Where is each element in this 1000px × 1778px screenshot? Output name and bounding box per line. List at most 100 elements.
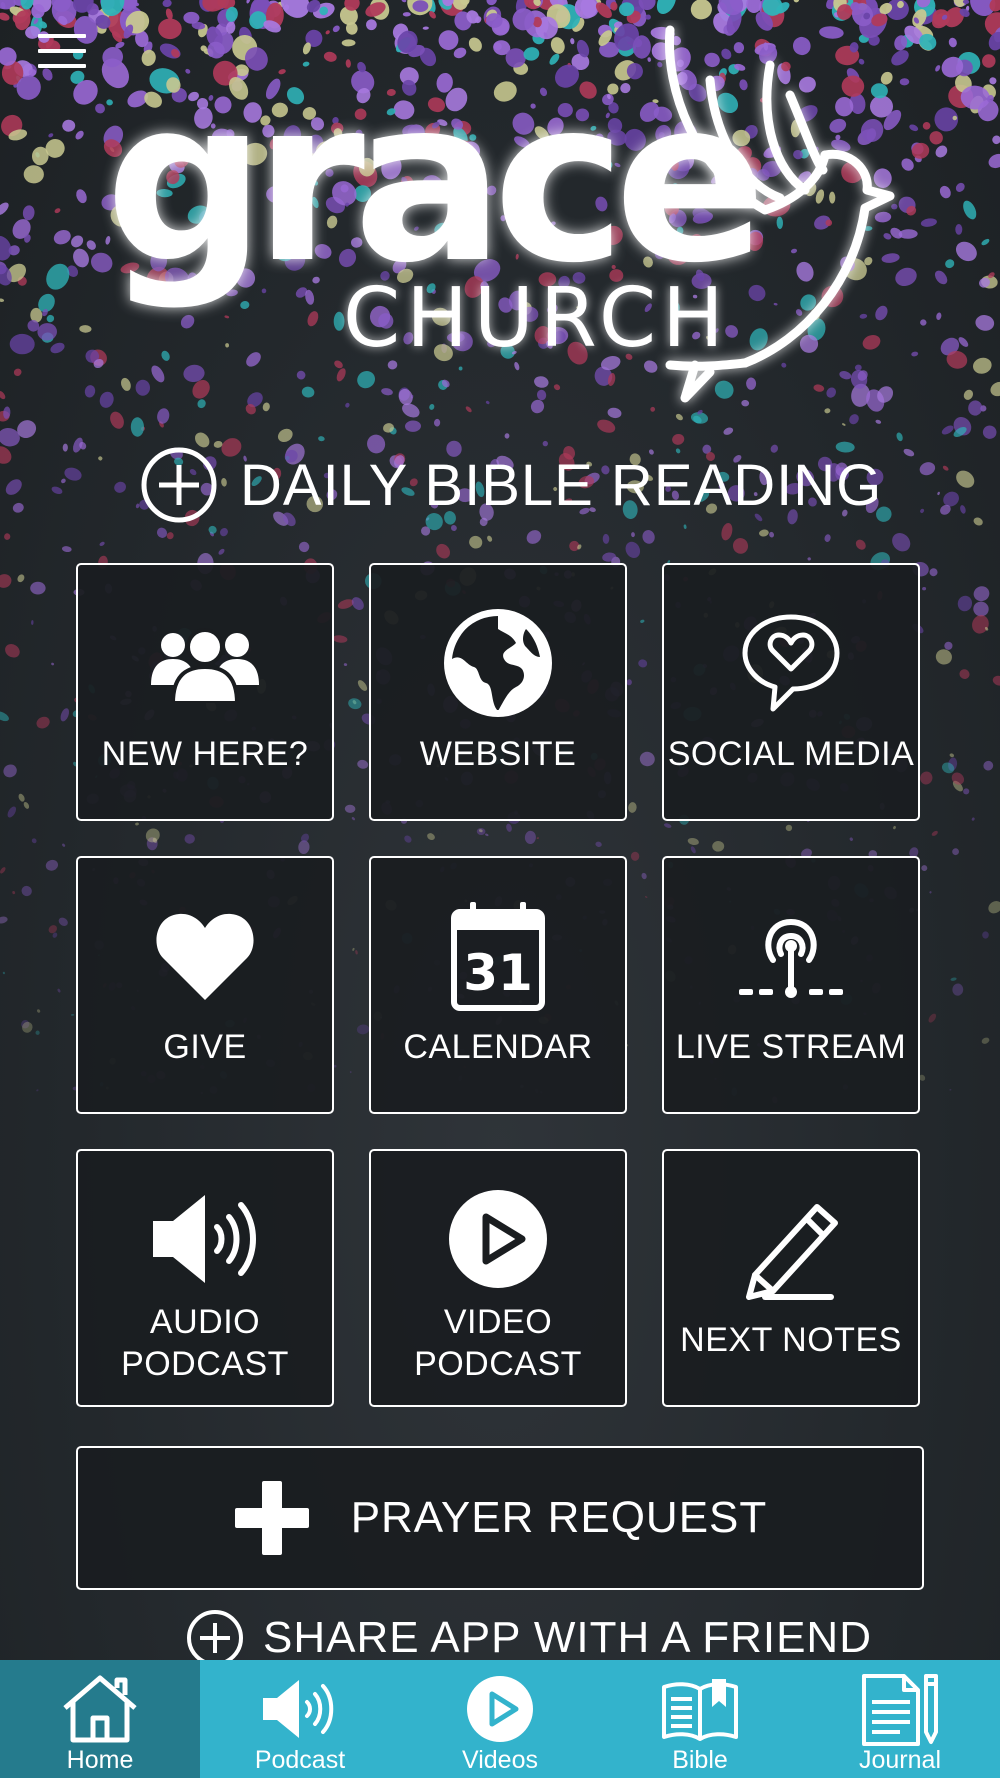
paint-splatter-dot [53, 229, 71, 245]
paint-splatter-dot [842, 423, 846, 426]
paint-splatter-dot [17, 574, 25, 583]
paint-splatter-dot [62, 843, 66, 847]
tab-label: Podcast [254, 1746, 346, 1774]
paint-splatter-dot [45, 859, 59, 871]
book-icon [662, 1679, 738, 1741]
paint-splatter-dot [349, 1071, 352, 1074]
paint-splatter-dot [903, 448, 915, 457]
paint-splatter-dot [921, 865, 928, 872]
paint-splatter-dot [162, 0, 172, 8]
daily-bible-reading-link[interactable]: DAILY BIBLE READING [140, 445, 882, 525]
paint-splatter-dot [919, 462, 936, 476]
tile-social-media[interactable]: SOCIAL MEDIA [662, 563, 920, 821]
paint-splatter-dot [955, 241, 977, 262]
paint-splatter-dot [656, 0, 676, 15]
tile-video-podcast[interactable]: VIDEO PODCAST [369, 1149, 627, 1407]
paint-splatter-dot [920, 771, 933, 785]
people-group-icon [151, 627, 259, 703]
paint-splatter-dot [949, 1089, 952, 1091]
paint-splatter-dot [936, 312, 942, 320]
paint-splatter-dot [51, 662, 55, 666]
paint-splatter-dot [639, 751, 655, 767]
paint-splatter-dot [785, 824, 793, 832]
paint-splatter-dot [630, 851, 640, 861]
tile-audio-podcast[interactable]: AUDIO PODCAST [76, 1149, 334, 1407]
speaker-icon [263, 1680, 334, 1738]
paint-splatter-dot [602, 533, 610, 544]
paint-splatter-dot [61, 546, 72, 553]
tile-label-line1: AUDIO [149, 1303, 261, 1341]
paint-splatter-dot [2, 971, 6, 975]
paint-splatter-dot [944, 641, 953, 650]
tile-new-here[interactable]: NEW HERE? [76, 563, 334, 821]
paint-splatter-dot [687, 837, 699, 846]
tile-label-group: VIDEO PODCAST [371, 1301, 625, 1385]
paint-splatter-dot [30, 581, 46, 595]
calendar-icon: 31 [451, 901, 545, 1011]
paint-splatter-dot [939, 185, 951, 199]
paint-splatter-dot [937, 491, 940, 496]
tab-videos[interactable]: Videos [400, 1660, 600, 1778]
paint-splatter-dot [506, 823, 512, 832]
paint-splatter-dot [663, 823, 672, 828]
paint-splatter-dot [759, 529, 769, 537]
tab-label: Home [66, 1746, 134, 1774]
tab-home[interactable]: Home [0, 1660, 200, 1778]
paint-splatter-dot [0, 867, 6, 874]
plus-circle-icon [187, 1610, 243, 1666]
paint-splatter-dot [145, 828, 160, 843]
paint-splatter-dot [412, 0, 429, 12]
prayer-request-button[interactable]: PRAYER REQUEST [76, 1446, 924, 1590]
paint-splatter-dot [62, 443, 68, 452]
paint-splatter-dot [48, 133, 54, 138]
tile-calendar[interactable]: 31 CALENDAR [369, 856, 627, 1114]
tab-podcast[interactable]: Podcast [200, 1660, 400, 1778]
paint-splatter-dot [824, 534, 831, 542]
paint-splatter-dot [70, 1013, 75, 1016]
paint-splatter-dot [929, 891, 932, 894]
paint-splatter-dot [31, 620, 34, 625]
paint-splatter-dot [807, 557, 811, 561]
paint-splatter-dot [942, 465, 949, 471]
paint-splatter-dot [769, 531, 775, 538]
paint-splatter-dot [963, 389, 974, 400]
paint-splatter-dot [31, 838, 37, 844]
tile-live-stream[interactable]: LIVE STREAM [662, 856, 920, 1114]
paint-splatter-dot [36, 1089, 39, 1092]
paint-splatter-dot [62, 119, 76, 132]
tile-next-notes[interactable]: NEXT NOTES [662, 1149, 920, 1407]
paint-splatter-dot [793, 0, 800, 3]
paint-splatter-dot [690, 846, 696, 854]
paint-splatter-dot [79, 325, 92, 333]
paint-splatter-dot [628, 802, 637, 813]
share-app-link[interactable]: SHARE APP WITH A FRIEND [185, 1608, 872, 1668]
paint-splatter-dot [36, 716, 50, 729]
paint-splatter-dot [401, 0, 407, 3]
paint-splatter-dot [13, 368, 22, 376]
paint-splatter-dot [988, 901, 1000, 914]
tab-label: Bible [672, 1746, 728, 1774]
tab-label: Journal [859, 1746, 941, 1774]
paint-splatter-dot [58, 917, 68, 926]
plus-circle-icon [141, 447, 217, 523]
paint-splatter-dot [644, 896, 648, 898]
paint-splatter-dot [0, 574, 12, 588]
paint-splatter-dot [642, 530, 655, 544]
paint-splatter-dot [450, 525, 457, 531]
paint-splatter-dot [955, 223, 963, 235]
paint-splatter-dot [114, 481, 126, 493]
paint-splatter-dot [935, 649, 952, 665]
tile-website[interactable]: WEBSITE [369, 563, 627, 821]
speech-heart-icon [742, 614, 840, 711]
hamburger-menu-icon[interactable] [38, 34, 86, 72]
tab-journal[interactable]: Journal [800, 1660, 1000, 1778]
share-app-label: SHARE APP WITH A FRIEND [263, 1613, 872, 1662]
tile-label: SOCIAL MEDIA [667, 735, 915, 773]
tile-give[interactable]: GIVE [76, 856, 334, 1114]
paint-splatter-dot [893, 825, 896, 830]
speaker-icon [153, 1194, 256, 1283]
paint-splatter-dot [941, 425, 954, 435]
paint-splatter-dot [929, 568, 938, 577]
paint-splatter-dot [220, 527, 228, 537]
tab-bible[interactable]: Bible [600, 1660, 800, 1778]
